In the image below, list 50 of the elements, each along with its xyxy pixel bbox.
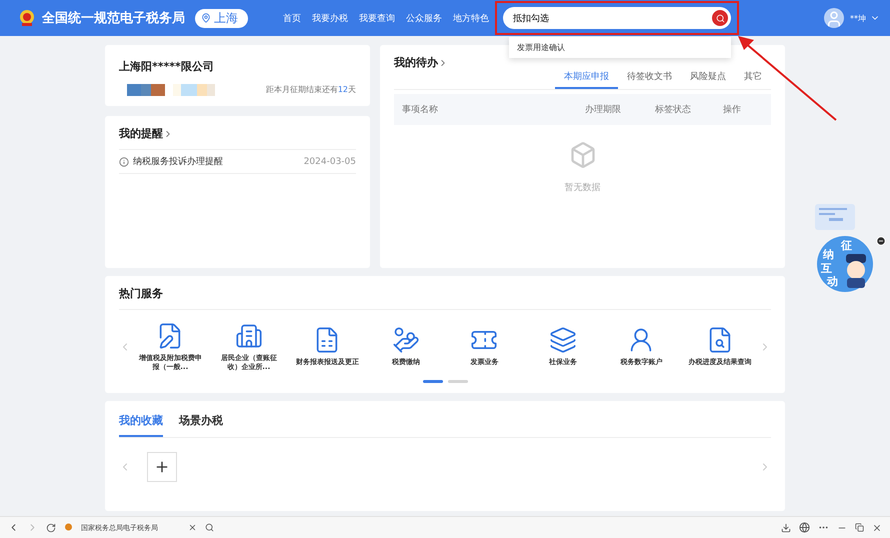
nav-link[interactable]: 我要办税 [312,12,348,24]
search-field[interactable]: 抵扣勾选 [503,7,731,29]
favorites-tab[interactable]: 场景办税 [179,410,223,436]
building-icon[interactable] [234,322,263,350]
nav-link[interactable]: 我要查询 [359,12,395,24]
reload-icon[interactable] [46,522,56,532]
close-icon[interactable] [872,522,882,532]
column-header: 操作 [723,104,742,116]
globe-icon[interactable] [799,522,810,533]
nav-link[interactable]: 地方特色 [453,12,489,24]
emblem-icon [64,523,73,532]
column-header: 标签状态 [655,104,692,116]
deadline-text: 距本月征期结束还有12天 [266,84,356,94]
add-button[interactable] [147,452,177,482]
nav-link[interactable]: 首页 [283,12,301,24]
reminder-date: 2024-03-05 [304,156,356,166]
badge-character: 互 [821,263,832,274]
emblem-icon [18,9,36,27]
close-icon[interactable] [188,523,197,532]
user-name[interactable]: **坤 [850,12,866,24]
empty-text: 暂无数据 [564,182,600,194]
layers-icon[interactable] [548,326,577,354]
region-button[interactable]: 上海 [195,8,248,28]
minimize-icon[interactable] [876,236,886,246]
company-name: 上海阳*****限公司 [119,59,215,74]
todo-tab[interactable]: 本期应申报 [555,66,618,89]
search-button[interactable] [712,10,728,26]
download-icon[interactable] [781,522,791,532]
search-icon [716,14,724,22]
restore-icon[interactable] [855,523,864,532]
badge-character: 征 [841,240,852,251]
location-pin-icon [201,13,211,23]
column-header: 事项名称 [402,104,439,116]
page-indicator[interactable] [422,380,442,382]
favorites-tab[interactable]: 我的收藏 [119,410,163,436]
search-icon[interactable] [205,523,214,532]
reminders-link[interactable]: 我的提醒 [119,126,356,141]
empty-box-icon [568,141,596,169]
column-header: 办理期限 [585,104,622,116]
suggestion-item[interactable]: 发票用途确认 [517,42,723,53]
badge-character: 动 [827,276,838,287]
figure-icon [843,254,869,288]
section-title: 热门服务 [119,286,771,310]
info-icon [119,156,129,166]
nav-link[interactable]: 公众服务 [406,12,442,24]
user-avatar[interactable] [824,8,844,28]
reminder-text[interactable]: 纳税服务投诉办理提醒 [133,155,300,168]
badge-character: 纳 [823,249,834,260]
site-title: 全国统一规范电子税务局 [42,10,185,27]
hand-coins-icon[interactable] [392,326,420,354]
